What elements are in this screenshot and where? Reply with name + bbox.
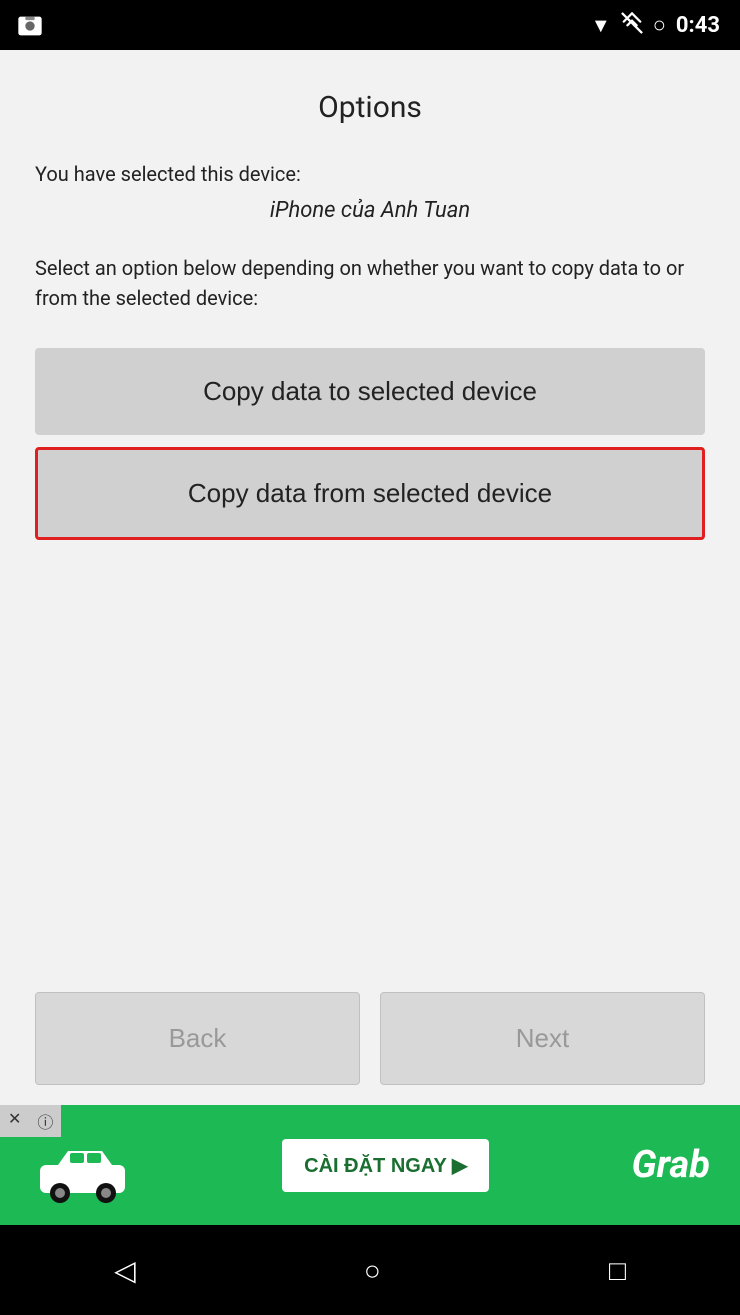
- status-bar-left: [16, 12, 44, 44]
- grab-logo: Grab: [632, 1143, 710, 1187]
- description-label: You have selected this device:: [35, 160, 705, 188]
- wifi-icon: ▼: [591, 13, 611, 38]
- copy-to-button[interactable]: Copy data to selected device: [35, 348, 705, 435]
- photo-icon: [16, 12, 44, 40]
- page-title: Options: [35, 90, 705, 125]
- system-bar: ◁ ○ □: [0, 1225, 740, 1315]
- battery-icon: ○: [653, 12, 666, 38]
- copy-from-button[interactable]: Copy data from selected device: [35, 447, 705, 540]
- device-name: iPhone của Anh Tuan: [35, 198, 705, 223]
- recents-nav-button[interactable]: □: [609, 1254, 626, 1287]
- status-time: 0:43: [676, 13, 720, 38]
- next-button[interactable]: Next: [380, 992, 705, 1085]
- home-nav-button[interactable]: ○: [364, 1254, 381, 1287]
- status-bar: ▼ ○ 0:43: [0, 0, 740, 50]
- back-button[interactable]: Back: [35, 992, 360, 1085]
- status-icons: ▼ ○ 0:43: [591, 12, 720, 39]
- main-content: Options You have selected this device: i…: [0, 50, 740, 1015]
- ad-controls: ✕ ⓘ: [0, 1105, 61, 1137]
- instruction-text: Select an option below depending on whet…: [35, 253, 705, 313]
- signal-icon: [621, 12, 643, 39]
- ad-car-icon: [30, 1143, 140, 1207]
- ad-cta-button[interactable]: CÀI ĐẶT NGAY ▶: [282, 1139, 489, 1192]
- bottom-nav: Back Next: [0, 972, 740, 1105]
- ad-info-button[interactable]: ⓘ: [29, 1105, 61, 1137]
- back-nav-button[interactable]: ◁: [114, 1254, 136, 1287]
- ad-close-button[interactable]: ✕: [0, 1105, 29, 1137]
- ad-banner: ✕ ⓘ CÀI ĐẶT NGAY ▶ Grab: [0, 1105, 740, 1225]
